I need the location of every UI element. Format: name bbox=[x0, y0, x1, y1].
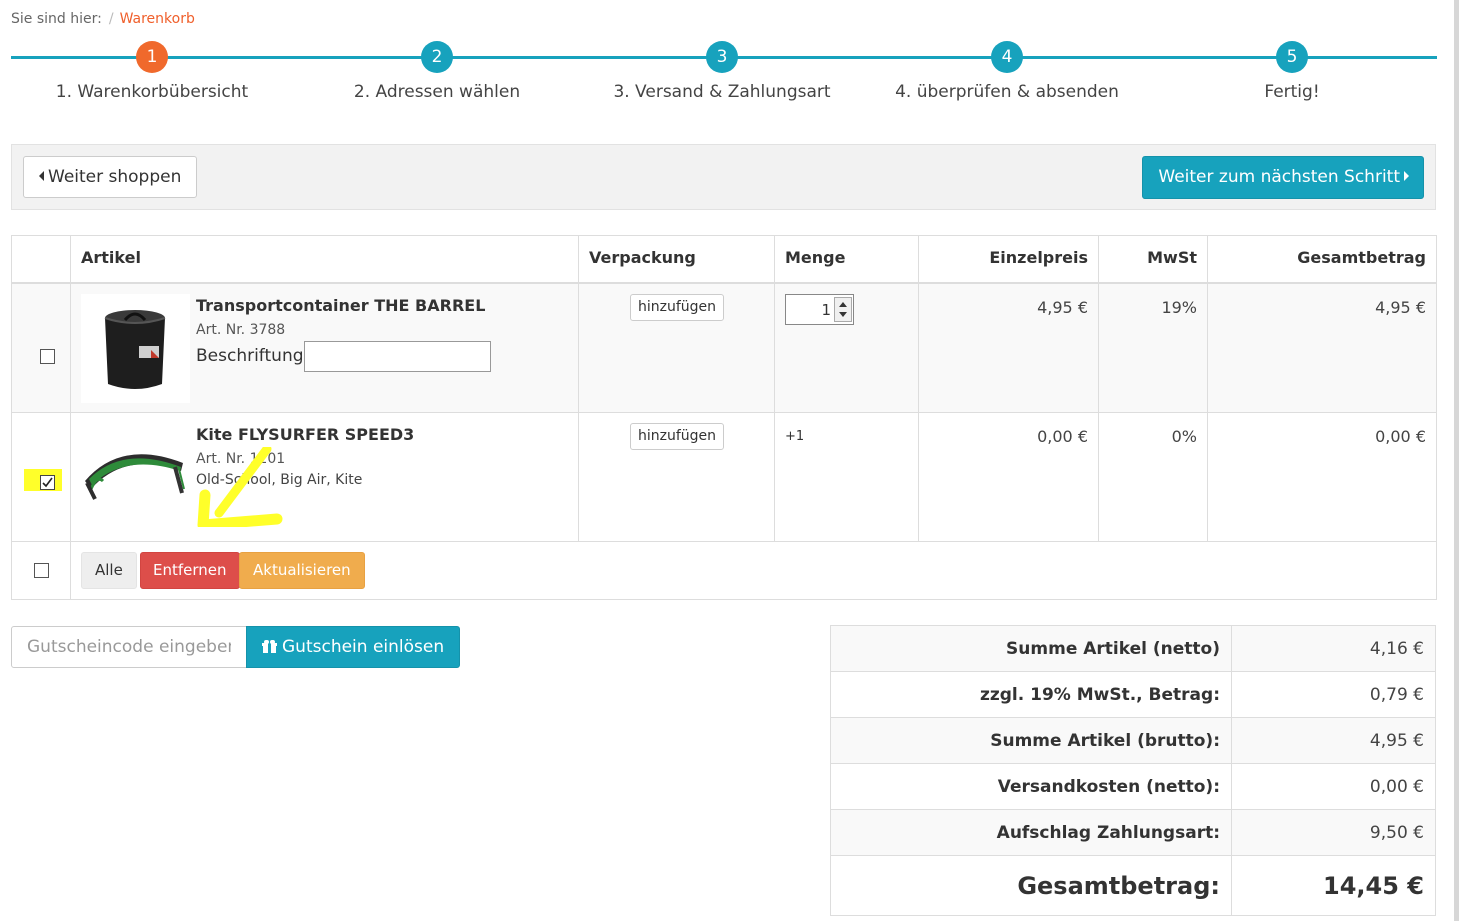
summary-row: Summe Artikel (brutto): 4,95 € bbox=[830, 717, 1436, 764]
quantity-value: +1 bbox=[785, 429, 805, 444]
quantity-cell: 1 bbox=[774, 282, 919, 413]
summary-value: 9,50 € bbox=[1231, 809, 1436, 856]
table-row: Transportcontainer THE BARREL Art. Nr. 3… bbox=[11, 282, 1437, 413]
article-cell: Kite FLYSURFER SPEED3 Art. Nr. 1201 Old-… bbox=[70, 412, 579, 542]
breadcrumb: Sie sind hier: / Warenkorb bbox=[11, 11, 195, 27]
select-all-checkbox[interactable] bbox=[34, 563, 49, 578]
row-select-checkbox[interactable] bbox=[40, 348, 55, 364]
step-label: 1. Warenkorbübersicht bbox=[55, 82, 249, 102]
redeem-voucher-button[interactable]: Gutschein einlösen bbox=[246, 626, 461, 668]
summary-value: 4,95 € bbox=[1231, 717, 1436, 764]
caret-right-icon bbox=[1404, 171, 1409, 181]
header-select bbox=[11, 235, 71, 284]
window-edge bbox=[1454, 0, 1459, 921]
checkout-steps: 1 1. Warenkorbübersicht 2 2. Adressen wä… bbox=[11, 40, 1437, 110]
summary-label: Aufschlag Zahlungsart: bbox=[830, 809, 1232, 856]
spinner-arrows-icon[interactable] bbox=[834, 296, 852, 322]
step-review-submit[interactable]: 4 4. überprüfen & absenden bbox=[867, 40, 1147, 102]
summary-row: Versandkosten (netto): 0,00 € bbox=[830, 763, 1436, 810]
product-title[interactable]: Transportcontainer THE BARREL bbox=[196, 296, 485, 315]
quantity-stepper[interactable]: 1 bbox=[785, 293, 854, 325]
step-shipping-payment[interactable]: 3 3. Versand & Zahlungsart bbox=[582, 40, 862, 102]
summary-label: Summe Artikel (brutto): bbox=[830, 717, 1232, 764]
article-number: Art. Nr. 3788 bbox=[196, 321, 286, 338]
cart-table-header: Artikel Verpackung Menge Einzelpreis MwS… bbox=[11, 235, 1437, 284]
packaging-cell: hinzufügen bbox=[578, 282, 775, 413]
continue-shopping-button[interactable]: Weiter shoppen bbox=[23, 156, 198, 198]
row-total: 0,00 € bbox=[1207, 412, 1437, 542]
step-label: 3. Versand & Zahlungsart bbox=[613, 82, 831, 102]
next-step-label: Weiter zum nächsten Schritt bbox=[1158, 167, 1400, 187]
product-title[interactable]: Kite FLYSURFER SPEED3 bbox=[196, 425, 414, 444]
product-image-barrel[interactable] bbox=[81, 293, 190, 403]
select-cell bbox=[11, 282, 71, 413]
cart-toolbar: Weiter shoppen Weiter zum nächsten Schri… bbox=[11, 144, 1436, 210]
header-tax: MwSt bbox=[1098, 235, 1208, 284]
highlight-arrow-icon bbox=[197, 447, 283, 527]
step-label: 2. Adressen wählen bbox=[353, 82, 521, 102]
breadcrumb-separator: / bbox=[108, 11, 114, 27]
select-all-button[interactable]: Alle bbox=[81, 552, 137, 589]
next-step-button[interactable]: Weiter zum nächsten Schritt bbox=[1142, 156, 1424, 199]
step-addresses[interactable]: 2 2. Adressen wählen bbox=[297, 40, 577, 102]
gift-icon bbox=[262, 640, 277, 653]
step-number-badge: 5 bbox=[1276, 41, 1308, 73]
summary-label: Summe Artikel (netto) bbox=[830, 625, 1232, 672]
summary-row: Summe Artikel (netto) 4,16 € bbox=[830, 625, 1436, 672]
packaging-cell: hinzufügen bbox=[578, 412, 775, 542]
tax-rate: 19% bbox=[1098, 282, 1208, 413]
breadcrumb-current[interactable]: Warenkorb bbox=[120, 11, 195, 27]
table-actions-row: Alle Entfernen Aktualisieren bbox=[11, 541, 1437, 600]
header-packaging: Verpackung bbox=[578, 235, 775, 284]
remove-button[interactable]: Entfernen bbox=[140, 552, 240, 589]
header-quantity: Menge bbox=[774, 235, 919, 284]
add-packaging-button[interactable]: hinzufügen bbox=[630, 293, 725, 321]
summary-row: zzgl. 19% MwSt., Betrag: 0,79 € bbox=[830, 671, 1436, 718]
row-total: 4,95 € bbox=[1207, 282, 1437, 413]
unit-price: 0,00 € bbox=[918, 412, 1099, 542]
breadcrumb-prefix: Sie sind hier: bbox=[11, 11, 102, 27]
step-number-badge: 4 bbox=[991, 41, 1023, 73]
summary-value: 0,79 € bbox=[1231, 671, 1436, 718]
step-label: 4. überprüfen & absenden bbox=[895, 82, 1119, 102]
step-label: Fertig! bbox=[1264, 82, 1320, 102]
quantity-value: 1 bbox=[821, 300, 831, 319]
order-summary-table: Summe Artikel (netto) 4,16 € zzgl. 19% M… bbox=[830, 625, 1436, 916]
update-button[interactable]: Aktualisieren bbox=[239, 552, 365, 589]
summary-value: 4,16 € bbox=[1231, 625, 1436, 672]
label-field-label: Beschriftung bbox=[196, 345, 304, 366]
row-select-checkbox-checked[interactable] bbox=[40, 475, 55, 490]
step-number-badge: 3 bbox=[706, 41, 738, 73]
quantity-cell: +1 bbox=[774, 412, 919, 542]
bulk-actions-cell: Alle Entfernen Aktualisieren bbox=[70, 541, 1437, 600]
cart-table: Artikel Verpackung Menge Einzelpreis MwS… bbox=[11, 235, 1437, 600]
header-article: Artikel bbox=[70, 235, 579, 284]
caret-left-icon bbox=[39, 171, 44, 181]
summary-label: zzgl. 19% MwSt., Betrag: bbox=[830, 671, 1232, 718]
product-image-kite[interactable] bbox=[81, 423, 190, 532]
tax-rate: 0% bbox=[1098, 412, 1208, 542]
select-all-cell bbox=[11, 541, 71, 600]
grand-total-value: 14,45 € bbox=[1231, 855, 1436, 916]
label-text-input[interactable] bbox=[304, 340, 491, 372]
article-cell: Transportcontainer THE BARREL Art. Nr. 3… bbox=[70, 282, 579, 413]
grand-total-label: Gesamtbetrag: bbox=[830, 855, 1232, 916]
redeem-voucher-label: Gutschein einlösen bbox=[282, 637, 445, 657]
unit-price: 4,95 € bbox=[918, 282, 1099, 413]
voucher-code-input[interactable] bbox=[11, 626, 247, 668]
summary-value: 0,00 € bbox=[1231, 763, 1436, 810]
add-packaging-button[interactable]: hinzufügen bbox=[630, 423, 725, 450]
header-total: Gesamtbetrag bbox=[1207, 235, 1437, 284]
table-row: Kite FLYSURFER SPEED3 Art. Nr. 1201 Old-… bbox=[11, 412, 1437, 542]
step-done[interactable]: 5 Fertig! bbox=[1152, 40, 1432, 102]
continue-shopping-label: Weiter shoppen bbox=[48, 167, 182, 187]
step-number-badge: 2 bbox=[421, 41, 453, 73]
select-cell bbox=[11, 412, 71, 542]
step-number-badge: 1 bbox=[136, 41, 168, 73]
summary-label: Versandkosten (netto): bbox=[830, 763, 1232, 810]
summary-row: Aufschlag Zahlungsart: 9,50 € bbox=[830, 809, 1436, 856]
step-cart-overview[interactable]: 1 1. Warenkorbübersicht bbox=[12, 40, 292, 102]
grand-total-row: Gesamtbetrag: 14,45 € bbox=[830, 855, 1436, 916]
header-unit-price: Einzelpreis bbox=[918, 235, 1099, 284]
